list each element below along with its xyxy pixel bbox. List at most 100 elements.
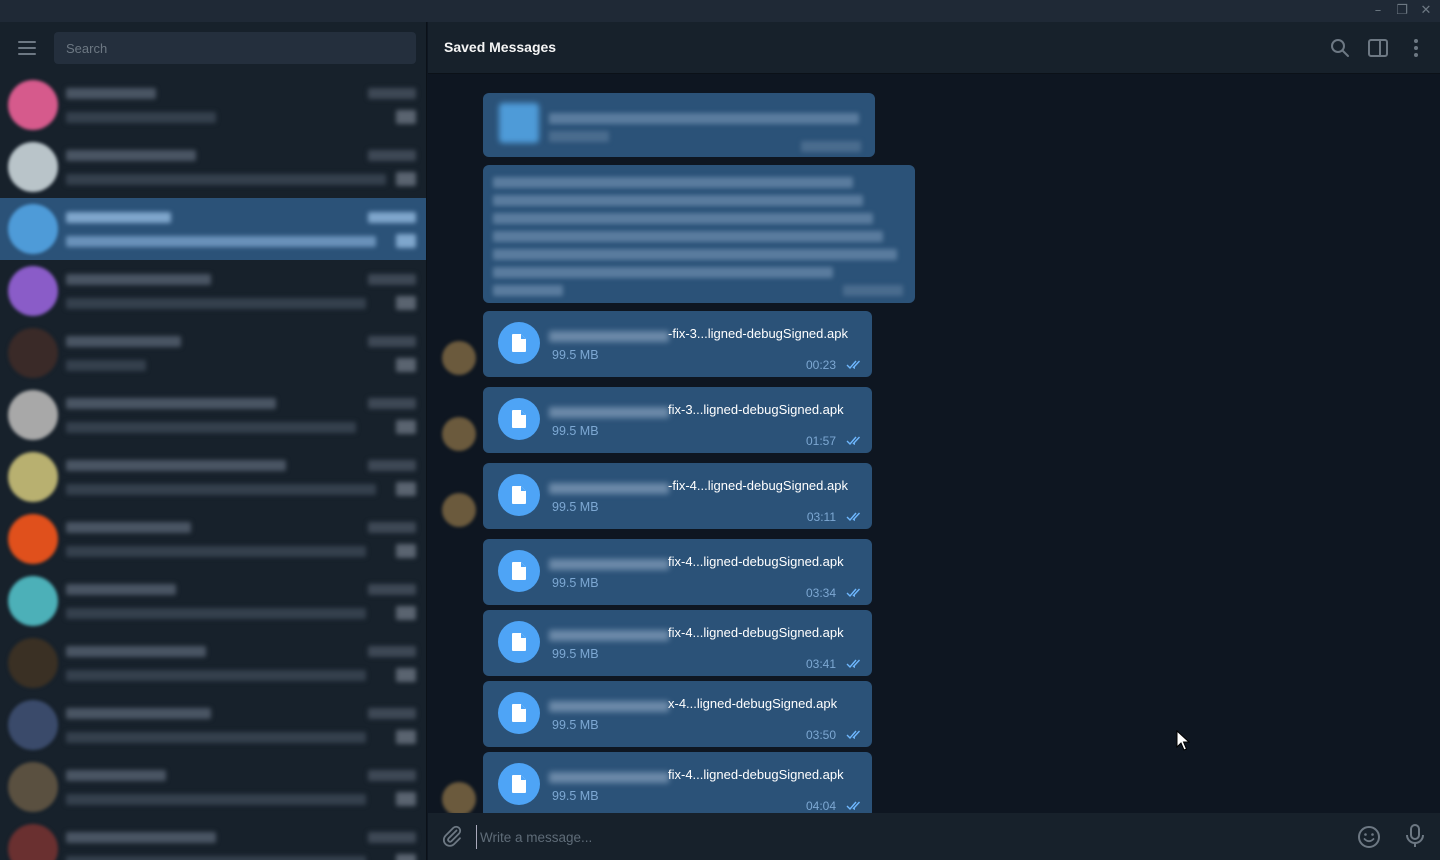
- file-name: fix-3...ligned-debugSigned.apk: [668, 402, 844, 417]
- redacted-file-name: [549, 331, 669, 342]
- redacted-text: [493, 231, 883, 242]
- close-button[interactable]: ✕: [1416, 2, 1436, 20]
- chat-list-item[interactable]: [0, 384, 426, 446]
- double-check-icon: [846, 801, 861, 811]
- chat-list-item[interactable]: [0, 446, 426, 508]
- file-message[interactable]: fix-4...ligned-debugSigned.apk 99.5 MB 03:…: [483, 539, 872, 605]
- redacted-chat-time: [368, 274, 416, 285]
- chat-panel: Saved Messages -fix-3...ligned-debugSign…: [428, 22, 1440, 860]
- search-input[interactable]: [54, 32, 416, 64]
- redacted-chat-time: [368, 150, 416, 161]
- chat-list-item[interactable]: [0, 694, 426, 756]
- microphone-icon[interactable]: [1404, 823, 1426, 849]
- sender-avatar[interactable]: [442, 417, 476, 451]
- chat-list-item[interactable]: [0, 260, 426, 322]
- chat-list-item[interactable]: [0, 136, 426, 198]
- redacted-chat-time: [368, 832, 416, 843]
- file-message[interactable]: fix-3...ligned-debugSigned.apk 99.5 MB 01:…: [483, 387, 872, 453]
- chat-list-item[interactable]: [0, 756, 426, 818]
- redacted-chat-time: [368, 212, 416, 223]
- message-time: 03:11: [806, 510, 836, 524]
- message-time: 01:57: [805, 434, 836, 448]
- avatar: [8, 80, 58, 130]
- chat-list-item[interactable]: [0, 818, 426, 860]
- menu-icon[interactable]: [17, 41, 37, 55]
- file-size: 99.5 MB: [552, 500, 599, 514]
- redacted-chat-preview: [66, 174, 386, 185]
- redacted-chat-badge: [396, 792, 416, 806]
- double-check-icon: [846, 730, 861, 740]
- redacted-chat-name: [66, 584, 176, 595]
- file-download-button[interactable]: [498, 550, 540, 592]
- redacted-chat-time: [368, 88, 416, 99]
- file-message[interactable]: -fix-3...ligned-debugSigned.apk 99.5 MB 00…: [483, 311, 872, 377]
- chat-list-item[interactable]: [0, 632, 426, 694]
- redacted-text-message[interactable]: [483, 165, 915, 303]
- sender-avatar[interactable]: [442, 493, 476, 527]
- redacted-link-message[interactable]: [483, 93, 875, 157]
- message-time: 00:23: [805, 358, 836, 372]
- search-icon[interactable]: [1328, 36, 1352, 60]
- more-vertical-icon[interactable]: [1404, 36, 1428, 60]
- file-icon: [512, 633, 526, 651]
- redacted-text: [493, 195, 863, 206]
- redacted-chat-time: [368, 522, 416, 533]
- chat-list-item[interactable]: [0, 508, 426, 570]
- chat-header: Saved Messages: [428, 22, 1440, 74]
- redacted-chat-name: [66, 646, 206, 657]
- redacted-text: [549, 113, 859, 124]
- redacted-chat-time: [368, 770, 416, 781]
- chat-list-item[interactable]: [0, 74, 426, 136]
- message-input[interactable]: [476, 825, 1336, 849]
- file-download-button[interactable]: [498, 621, 540, 663]
- redacted-text: [493, 267, 833, 278]
- message-time: 03:41: [805, 657, 836, 671]
- redacted-chat-name: [66, 708, 211, 719]
- sender-avatar[interactable]: [442, 341, 476, 375]
- file-download-button[interactable]: [498, 398, 540, 440]
- chat-title[interactable]: Saved Messages: [444, 39, 556, 55]
- avatar: [8, 824, 58, 860]
- redacted-chat-name: [66, 460, 286, 471]
- chat-list-item[interactable]: [0, 198, 426, 260]
- window-titlebar: – ❐ ✕: [0, 0, 1440, 22]
- attach-icon[interactable]: [440, 824, 464, 848]
- redacted-file-name: [549, 630, 669, 641]
- double-check-icon: [846, 659, 861, 669]
- file-message[interactable]: fix-4...ligned-debugSigned.apk 99.5 MB 03:…: [483, 610, 872, 676]
- chat-list-item[interactable]: [0, 322, 426, 384]
- file-download-button[interactable]: [498, 474, 540, 516]
- redacted-text: [493, 285, 563, 296]
- file-message[interactable]: -fix-4...ligned-debugSigned.apk 99.5 MB 03…: [483, 463, 872, 529]
- maximize-button[interactable]: ❐: [1392, 2, 1412, 20]
- mouse-cursor-icon: [1176, 730, 1190, 751]
- file-name: -fix-4...ligned-debugSigned.apk: [668, 478, 848, 493]
- file-icon: [512, 410, 526, 428]
- sender-avatar[interactable]: [442, 782, 476, 813]
- redacted-chat-badge: [396, 730, 416, 744]
- file-message[interactable]: fix-4...ligned-debugSigned.apk 99.5 MB 04:…: [483, 752, 872, 813]
- message-time: 03:34: [805, 586, 836, 600]
- file-download-button[interactable]: [498, 322, 540, 364]
- avatar: [8, 576, 58, 626]
- redacted-chat-badge: [396, 110, 416, 124]
- file-download-button[interactable]: [498, 763, 540, 805]
- file-icon: [512, 775, 526, 793]
- redacted-chat-time: [368, 584, 416, 595]
- chat-list-item[interactable]: [0, 570, 426, 632]
- avatar: [8, 390, 58, 440]
- file-message[interactable]: x-4...ligned-debugSigned.apk 99.5 MB 03:50: [483, 681, 872, 747]
- redacted-chat-preview: [66, 422, 356, 433]
- file-download-button[interactable]: [498, 692, 540, 734]
- redacted-chat-badge: [396, 172, 416, 186]
- file-icon: [512, 562, 526, 580]
- emoji-icon[interactable]: [1356, 824, 1382, 850]
- message-list: -fix-3...ligned-debugSigned.apk 99.5 MB 00…: [428, 75, 1440, 813]
- sidebar-toggle-icon[interactable]: [1366, 36, 1390, 60]
- double-check-icon: [846, 512, 861, 522]
- redacted-text: [493, 213, 873, 224]
- file-name: fix-4...ligned-debugSigned.apk: [668, 767, 844, 782]
- avatar: [8, 514, 58, 564]
- minimize-button[interactable]: –: [1368, 2, 1388, 20]
- message-time: 04:04: [805, 799, 836, 813]
